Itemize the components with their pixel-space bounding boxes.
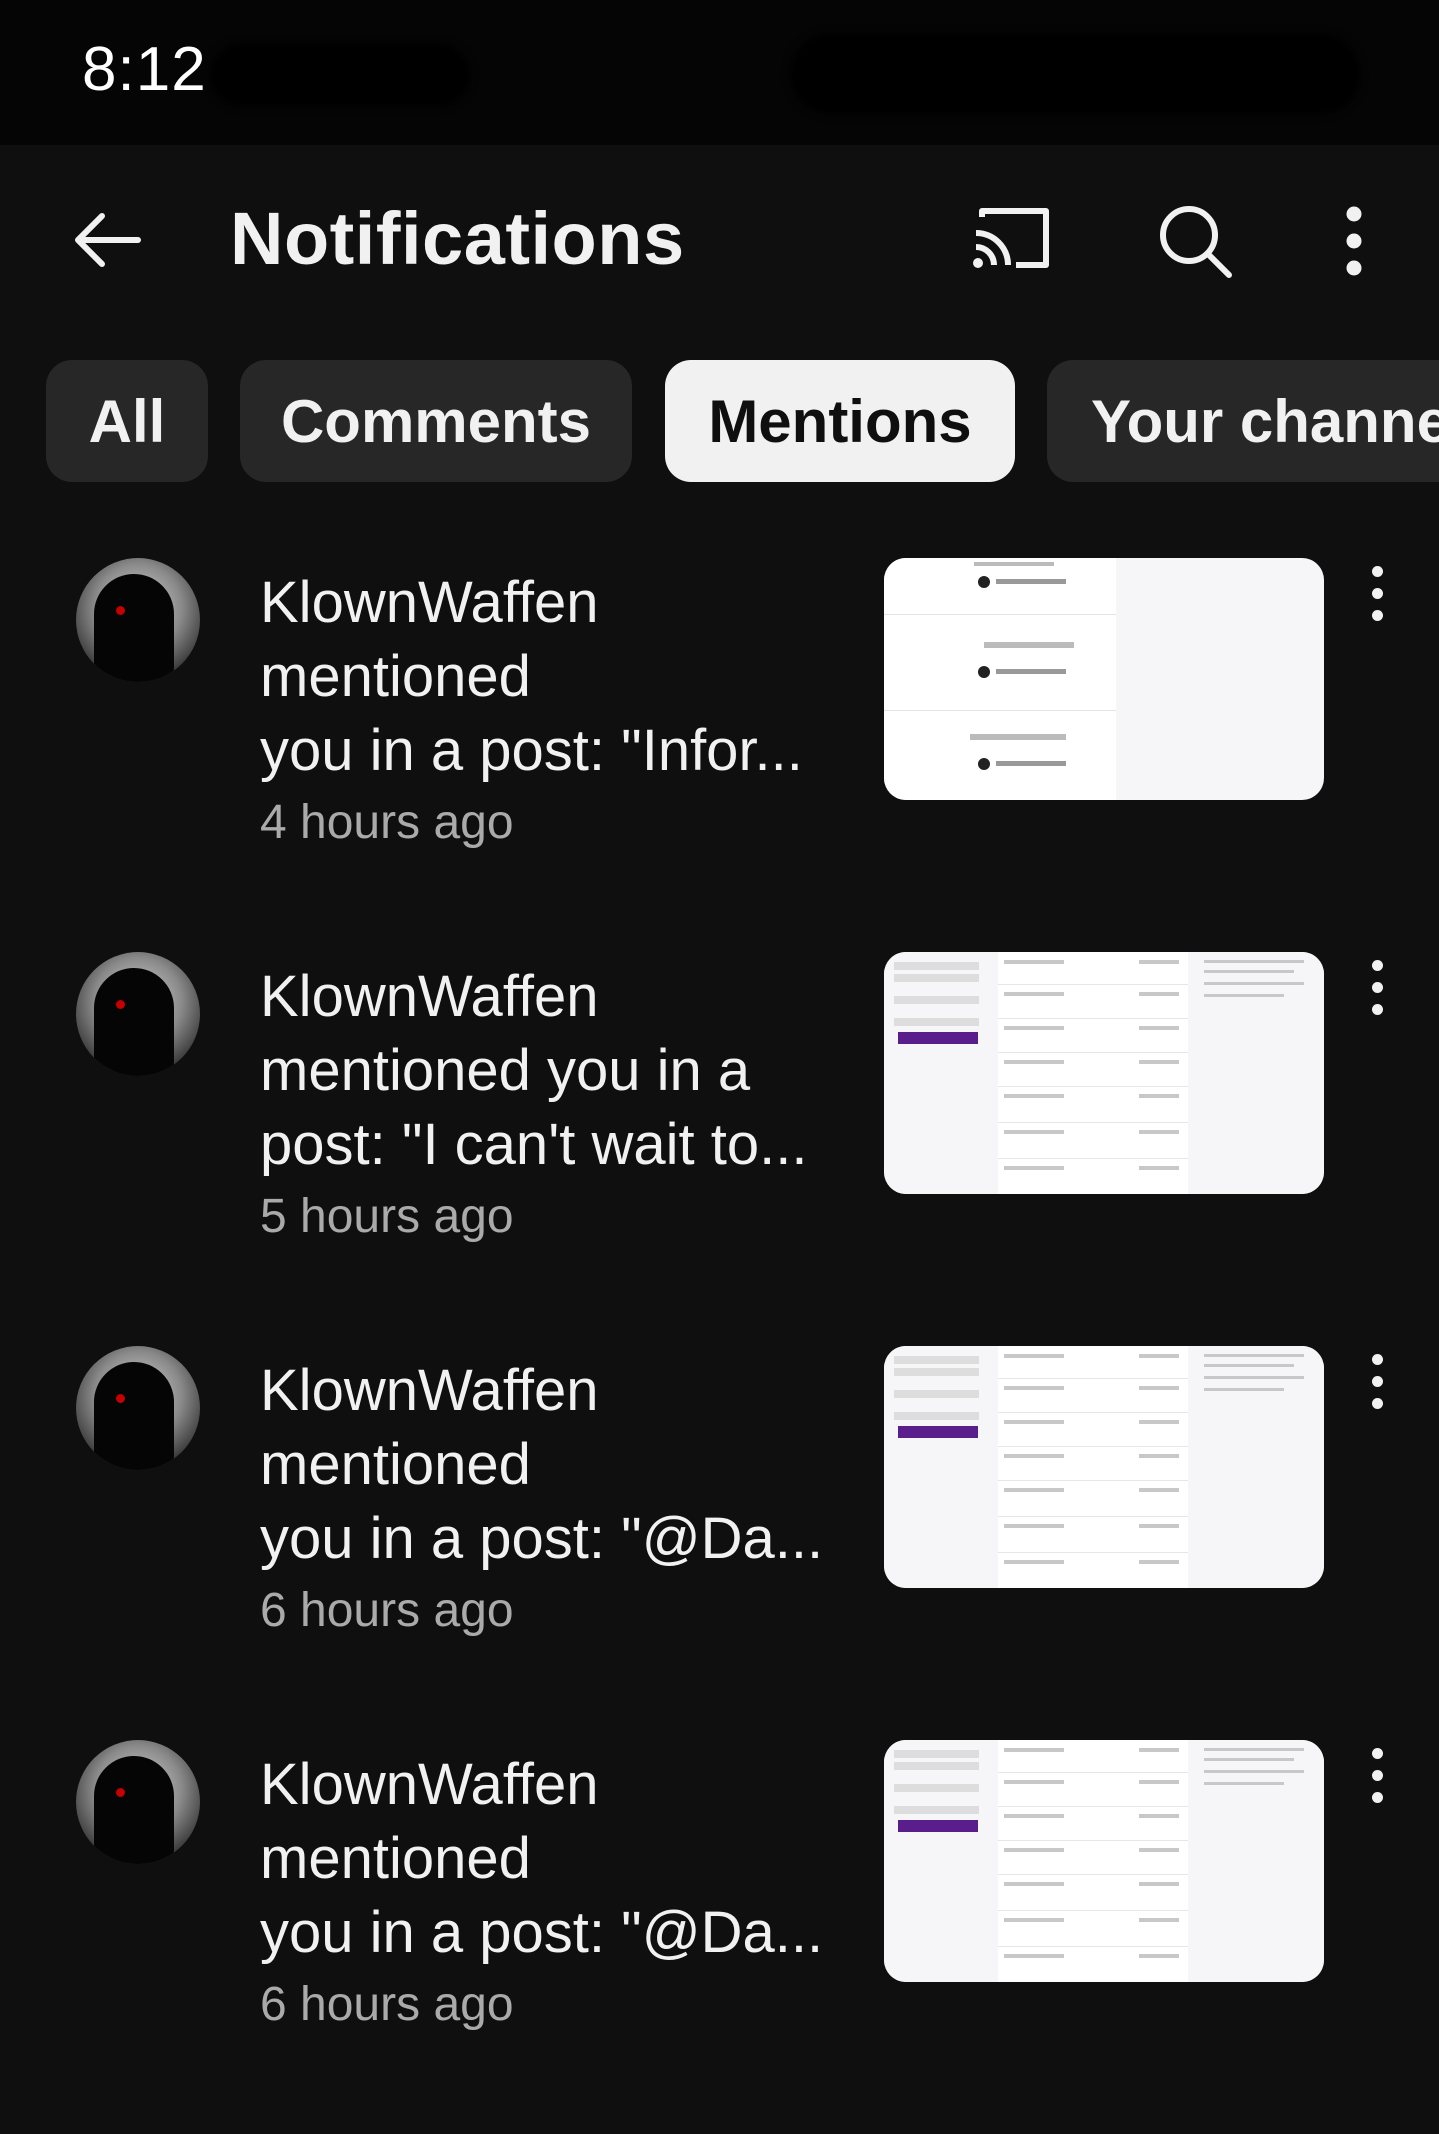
tab-mentions[interactable]: Mentions bbox=[665, 360, 1015, 482]
notification-thumbnail[interactable] bbox=[884, 952, 1324, 1194]
redacted-status-left bbox=[210, 44, 470, 106]
notification-item[interactable]: KlownWaffen mentioned you in a post: "I … bbox=[0, 952, 1439, 1346]
more-vert-icon[interactable] bbox=[1362, 1354, 1392, 1414]
avatar[interactable] bbox=[76, 1740, 200, 1864]
notification-time: 6 hours ago bbox=[260, 1584, 514, 1637]
filter-chips: All Comments Mentions Your channe bbox=[0, 360, 1439, 482]
notification-text: KlownWaffen mentioned you in a post: "@D… bbox=[260, 1748, 850, 2036]
notification-thumbnail[interactable] bbox=[884, 1740, 1324, 1982]
notification-item[interactable]: KlownWaffen mentioned you in a post: "@D… bbox=[0, 1740, 1439, 2134]
more-vert-icon bbox=[1346, 206, 1362, 276]
cast-button[interactable] bbox=[964, 196, 1060, 280]
search-icon bbox=[1160, 206, 1232, 278]
more-vert-icon[interactable] bbox=[1362, 566, 1392, 626]
back-button[interactable] bbox=[64, 198, 148, 282]
redacted-status-right bbox=[790, 34, 1360, 114]
notification-message: KlownWaffen mentioned you in a post: "In… bbox=[260, 570, 803, 783]
arrow-left-icon bbox=[75, 213, 141, 267]
avatar[interactable] bbox=[76, 1346, 200, 1470]
search-button[interactable] bbox=[1150, 196, 1240, 286]
notification-time: 5 hours ago bbox=[260, 1190, 514, 1243]
notification-thumbnail[interactable] bbox=[884, 1346, 1324, 1588]
status-time: 8:12 bbox=[82, 35, 207, 104]
notification-time: 6 hours ago bbox=[260, 1978, 514, 2031]
more-vert-icon[interactable] bbox=[1362, 960, 1392, 1020]
avatar[interactable] bbox=[76, 952, 200, 1076]
notification-time: 4 hours ago bbox=[260, 796, 514, 849]
tab-all[interactable]: All bbox=[46, 360, 208, 482]
notification-text: KlownWaffen mentioned you in a post: "In… bbox=[260, 566, 850, 854]
more-vert-icon[interactable] bbox=[1362, 1748, 1392, 1808]
notification-message: KlownWaffen mentioned you in a post: "I … bbox=[260, 964, 808, 1177]
page-title: Notifications bbox=[230, 197, 685, 280]
more-options-button[interactable] bbox=[1330, 196, 1378, 286]
avatar[interactable] bbox=[76, 558, 200, 682]
tab-comments[interactable]: Comments bbox=[240, 360, 632, 482]
notification-text: KlownWaffen mentioned you in a post: "@D… bbox=[260, 1354, 850, 1642]
status-bar: 8:12 bbox=[0, 0, 1439, 145]
notification-message: KlownWaffen mentioned you in a post: "@D… bbox=[260, 1752, 824, 1965]
notification-item[interactable]: KlownWaffen mentioned you in a post: "@D… bbox=[0, 1346, 1439, 1740]
notification-text: KlownWaffen mentioned you in a post: "I … bbox=[260, 960, 850, 1248]
notification-item[interactable]: KlownWaffen mentioned you in a post: "In… bbox=[0, 558, 1439, 952]
tab-your-channel[interactable]: Your channe bbox=[1047, 360, 1439, 482]
cast-icon bbox=[973, 208, 1049, 268]
notification-message: KlownWaffen mentioned you in a post: "@D… bbox=[260, 1358, 824, 1571]
notification-thumbnail[interactable] bbox=[884, 558, 1324, 800]
